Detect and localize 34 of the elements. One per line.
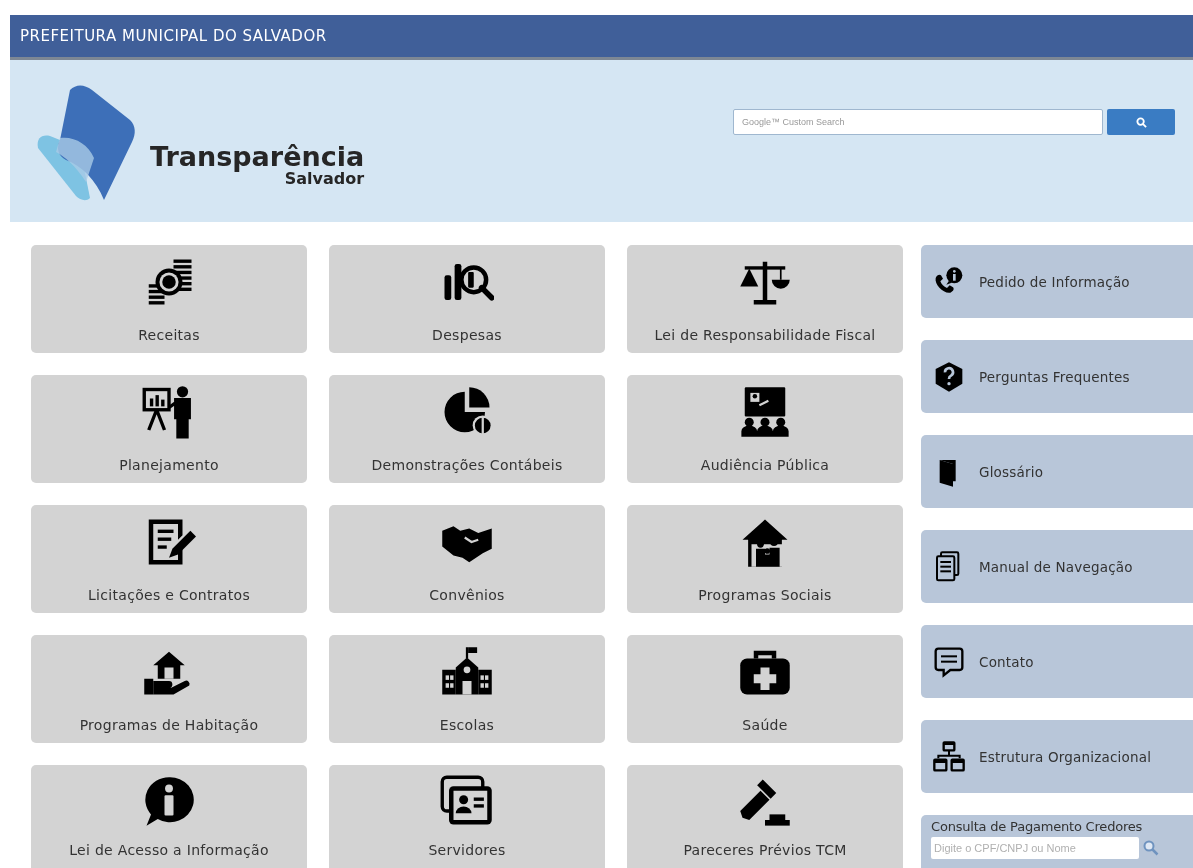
menu-tile[interactable]: Demonstrações Contábeis <box>329 375 605 483</box>
menu-tile[interactable]: Audiência Pública <box>627 375 903 483</box>
sidebar-link[interactable]: Contato <box>921 625 1193 698</box>
chat-bubble-icon <box>933 645 965 678</box>
menu-tile[interactable]: Servidores <box>329 765 605 868</box>
search-field[interactable]: Google™ Custom Search <box>733 109 1103 135</box>
logo-title: Transparência <box>150 143 365 171</box>
menu-tile[interactable]: Escolas <box>329 635 605 743</box>
logo-subtitle: Salvador <box>284 170 365 188</box>
sidebar-link[interactable]: Glossário <box>921 435 1193 508</box>
search-icon <box>1135 116 1147 128</box>
menu-tile[interactable]: Receitas <box>31 245 307 353</box>
sidebar-link[interactable]: Perguntas Frequentes <box>921 340 1193 413</box>
menu-tile[interactable]: Lei de Acesso a Informação <box>31 765 307 868</box>
menu-tile[interactable]: Licitações e Contratos <box>31 505 307 613</box>
menu-tile[interactable]: Convênios <box>329 505 605 613</box>
search-icon[interactable] <box>1143 840 1159 856</box>
sidebar-link[interactable]: Pedido de Informação <box>921 245 1193 318</box>
question-bubble-icon <box>933 360 965 393</box>
panel-title: Consulta de Pagamento Credores <box>931 819 1144 834</box>
creditor-search-field[interactable]: Digite o CPF/CNPJ ou Nome <box>931 837 1139 859</box>
search-button[interactable] <box>1107 109 1175 135</box>
org-chart-icon <box>933 740 965 773</box>
menu-tile[interactable]: Pareceres Prévios TCM <box>627 765 903 868</box>
menu-tile[interactable]: Planejamento <box>31 375 307 483</box>
audience-icon <box>738 385 792 439</box>
menu-tile[interactable]: Lei de Responsabilidade Fiscal <box>627 245 903 353</box>
menu-tile[interactable]: Programas Sociais <box>627 505 903 613</box>
sidebar-link[interactable]: Estrutura Organizacional <box>921 720 1193 793</box>
sidebar-link[interactable]: Manual de Navegação <box>921 530 1193 603</box>
site-title: PREFEITURA MUNICIPAL DO SALVADOR <box>20 27 327 45</box>
menu-tile[interactable]: Saúde <box>627 635 903 743</box>
menu-tile[interactable]: Programas de Habitação <box>31 635 307 743</box>
menu-tile[interactable]: Despesas <box>329 245 605 353</box>
